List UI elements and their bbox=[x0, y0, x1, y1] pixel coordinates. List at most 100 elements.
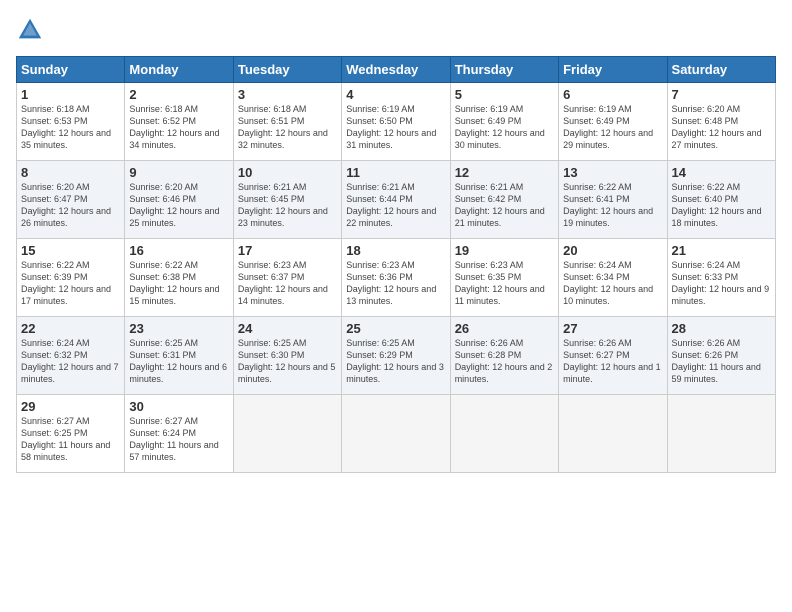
day-number: 3 bbox=[238, 87, 337, 102]
day-number: 22 bbox=[21, 321, 120, 336]
day-info: Sunrise: 6:18 AMSunset: 6:52 PMDaylight:… bbox=[129, 103, 228, 152]
calendar-day-cell: 23Sunrise: 6:25 AMSunset: 6:31 PMDayligh… bbox=[125, 317, 233, 395]
day-number: 1 bbox=[21, 87, 120, 102]
calendar-day-cell: 18Sunrise: 6:23 AMSunset: 6:36 PMDayligh… bbox=[342, 239, 450, 317]
day-number: 12 bbox=[455, 165, 554, 180]
day-info: Sunrise: 6:22 AMSunset: 6:41 PMDaylight:… bbox=[563, 181, 662, 230]
calendar-day-cell bbox=[450, 395, 558, 473]
calendar-day-cell: 5Sunrise: 6:19 AMSunset: 6:49 PMDaylight… bbox=[450, 83, 558, 161]
calendar-day-cell: 1Sunrise: 6:18 AMSunset: 6:53 PMDaylight… bbox=[17, 83, 125, 161]
weekday-header: Sunday bbox=[17, 57, 125, 83]
calendar-day-cell: 28Sunrise: 6:26 AMSunset: 6:26 PMDayligh… bbox=[667, 317, 775, 395]
calendar-day-cell: 11Sunrise: 6:21 AMSunset: 6:44 PMDayligh… bbox=[342, 161, 450, 239]
calendar-header-row: SundayMondayTuesdayWednesdayThursdayFrid… bbox=[17, 57, 776, 83]
day-info: Sunrise: 6:24 AMSunset: 6:33 PMDaylight:… bbox=[672, 259, 771, 308]
day-number: 17 bbox=[238, 243, 337, 258]
calendar-day-cell: 24Sunrise: 6:25 AMSunset: 6:30 PMDayligh… bbox=[233, 317, 341, 395]
calendar-day-cell: 6Sunrise: 6:19 AMSunset: 6:49 PMDaylight… bbox=[559, 83, 667, 161]
calendar-day-cell: 19Sunrise: 6:23 AMSunset: 6:35 PMDayligh… bbox=[450, 239, 558, 317]
day-number: 10 bbox=[238, 165, 337, 180]
calendar-day-cell: 10Sunrise: 6:21 AMSunset: 6:45 PMDayligh… bbox=[233, 161, 341, 239]
calendar-day-cell: 8Sunrise: 6:20 AMSunset: 6:47 PMDaylight… bbox=[17, 161, 125, 239]
day-info: Sunrise: 6:20 AMSunset: 6:48 PMDaylight:… bbox=[672, 103, 771, 152]
calendar-week-row: 15Sunrise: 6:22 AMSunset: 6:39 PMDayligh… bbox=[17, 239, 776, 317]
weekday-header: Friday bbox=[559, 57, 667, 83]
day-info: Sunrise: 6:22 AMSunset: 6:40 PMDaylight:… bbox=[672, 181, 771, 230]
calendar-day-cell: 30Sunrise: 6:27 AMSunset: 6:24 PMDayligh… bbox=[125, 395, 233, 473]
calendar-week-row: 22Sunrise: 6:24 AMSunset: 6:32 PMDayligh… bbox=[17, 317, 776, 395]
calendar-day-cell: 4Sunrise: 6:19 AMSunset: 6:50 PMDaylight… bbox=[342, 83, 450, 161]
day-info: Sunrise: 6:21 AMSunset: 6:42 PMDaylight:… bbox=[455, 181, 554, 230]
day-number: 27 bbox=[563, 321, 662, 336]
day-info: Sunrise: 6:24 AMSunset: 6:34 PMDaylight:… bbox=[563, 259, 662, 308]
day-number: 15 bbox=[21, 243, 120, 258]
day-info: Sunrise: 6:22 AMSunset: 6:39 PMDaylight:… bbox=[21, 259, 120, 308]
day-info: Sunrise: 6:21 AMSunset: 6:44 PMDaylight:… bbox=[346, 181, 445, 230]
day-info: Sunrise: 6:19 AMSunset: 6:49 PMDaylight:… bbox=[563, 103, 662, 152]
calendar-table: SundayMondayTuesdayWednesdayThursdayFrid… bbox=[16, 56, 776, 473]
day-number: 9 bbox=[129, 165, 228, 180]
calendar-day-cell: 13Sunrise: 6:22 AMSunset: 6:41 PMDayligh… bbox=[559, 161, 667, 239]
day-info: Sunrise: 6:19 AMSunset: 6:49 PMDaylight:… bbox=[455, 103, 554, 152]
day-number: 13 bbox=[563, 165, 662, 180]
day-number: 18 bbox=[346, 243, 445, 258]
day-info: Sunrise: 6:25 AMSunset: 6:31 PMDaylight:… bbox=[129, 337, 228, 386]
day-info: Sunrise: 6:23 AMSunset: 6:35 PMDaylight:… bbox=[455, 259, 554, 308]
day-info: Sunrise: 6:21 AMSunset: 6:45 PMDaylight:… bbox=[238, 181, 337, 230]
day-info: Sunrise: 6:27 AMSunset: 6:24 PMDaylight:… bbox=[129, 415, 228, 464]
calendar-day-cell bbox=[342, 395, 450, 473]
day-number: 23 bbox=[129, 321, 228, 336]
calendar-day-cell: 7Sunrise: 6:20 AMSunset: 6:48 PMDaylight… bbox=[667, 83, 775, 161]
day-number: 30 bbox=[129, 399, 228, 414]
weekday-header: Monday bbox=[125, 57, 233, 83]
day-number: 21 bbox=[672, 243, 771, 258]
day-number: 28 bbox=[672, 321, 771, 336]
day-info: Sunrise: 6:23 AMSunset: 6:36 PMDaylight:… bbox=[346, 259, 445, 308]
day-info: Sunrise: 6:25 AMSunset: 6:30 PMDaylight:… bbox=[238, 337, 337, 386]
logo bbox=[16, 16, 48, 44]
calendar-day-cell: 12Sunrise: 6:21 AMSunset: 6:42 PMDayligh… bbox=[450, 161, 558, 239]
calendar-day-cell bbox=[667, 395, 775, 473]
day-info: Sunrise: 6:18 AMSunset: 6:51 PMDaylight:… bbox=[238, 103, 337, 152]
day-info: Sunrise: 6:27 AMSunset: 6:25 PMDaylight:… bbox=[21, 415, 120, 464]
day-info: Sunrise: 6:18 AMSunset: 6:53 PMDaylight:… bbox=[21, 103, 120, 152]
day-number: 26 bbox=[455, 321, 554, 336]
day-number: 7 bbox=[672, 87, 771, 102]
calendar-day-cell: 9Sunrise: 6:20 AMSunset: 6:46 PMDaylight… bbox=[125, 161, 233, 239]
weekday-header: Wednesday bbox=[342, 57, 450, 83]
page-container: SundayMondayTuesdayWednesdayThursdayFrid… bbox=[0, 0, 792, 481]
calendar-day-cell: 17Sunrise: 6:23 AMSunset: 6:37 PMDayligh… bbox=[233, 239, 341, 317]
calendar-day-cell bbox=[233, 395, 341, 473]
calendar-day-cell: 15Sunrise: 6:22 AMSunset: 6:39 PMDayligh… bbox=[17, 239, 125, 317]
day-number: 19 bbox=[455, 243, 554, 258]
day-info: Sunrise: 6:23 AMSunset: 6:37 PMDaylight:… bbox=[238, 259, 337, 308]
weekday-header: Thursday bbox=[450, 57, 558, 83]
calendar-day-cell bbox=[559, 395, 667, 473]
calendar-day-cell: 14Sunrise: 6:22 AMSunset: 6:40 PMDayligh… bbox=[667, 161, 775, 239]
day-number: 20 bbox=[563, 243, 662, 258]
calendar-day-cell: 27Sunrise: 6:26 AMSunset: 6:27 PMDayligh… bbox=[559, 317, 667, 395]
calendar-week-row: 29Sunrise: 6:27 AMSunset: 6:25 PMDayligh… bbox=[17, 395, 776, 473]
day-number: 24 bbox=[238, 321, 337, 336]
day-number: 14 bbox=[672, 165, 771, 180]
calendar-week-row: 8Sunrise: 6:20 AMSunset: 6:47 PMDaylight… bbox=[17, 161, 776, 239]
day-info: Sunrise: 6:22 AMSunset: 6:38 PMDaylight:… bbox=[129, 259, 228, 308]
day-number: 11 bbox=[346, 165, 445, 180]
day-info: Sunrise: 6:24 AMSunset: 6:32 PMDaylight:… bbox=[21, 337, 120, 386]
page-header bbox=[16, 16, 776, 44]
day-number: 8 bbox=[21, 165, 120, 180]
day-info: Sunrise: 6:26 AMSunset: 6:26 PMDaylight:… bbox=[672, 337, 771, 386]
day-info: Sunrise: 6:25 AMSunset: 6:29 PMDaylight:… bbox=[346, 337, 445, 386]
day-info: Sunrise: 6:26 AMSunset: 6:28 PMDaylight:… bbox=[455, 337, 554, 386]
calendar-day-cell: 29Sunrise: 6:27 AMSunset: 6:25 PMDayligh… bbox=[17, 395, 125, 473]
day-number: 25 bbox=[346, 321, 445, 336]
calendar-day-cell: 16Sunrise: 6:22 AMSunset: 6:38 PMDayligh… bbox=[125, 239, 233, 317]
day-info: Sunrise: 6:26 AMSunset: 6:27 PMDaylight:… bbox=[563, 337, 662, 386]
day-number: 16 bbox=[129, 243, 228, 258]
calendar-week-row: 1Sunrise: 6:18 AMSunset: 6:53 PMDaylight… bbox=[17, 83, 776, 161]
day-number: 5 bbox=[455, 87, 554, 102]
day-number: 6 bbox=[563, 87, 662, 102]
day-number: 2 bbox=[129, 87, 228, 102]
calendar-day-cell: 25Sunrise: 6:25 AMSunset: 6:29 PMDayligh… bbox=[342, 317, 450, 395]
calendar-day-cell: 20Sunrise: 6:24 AMSunset: 6:34 PMDayligh… bbox=[559, 239, 667, 317]
